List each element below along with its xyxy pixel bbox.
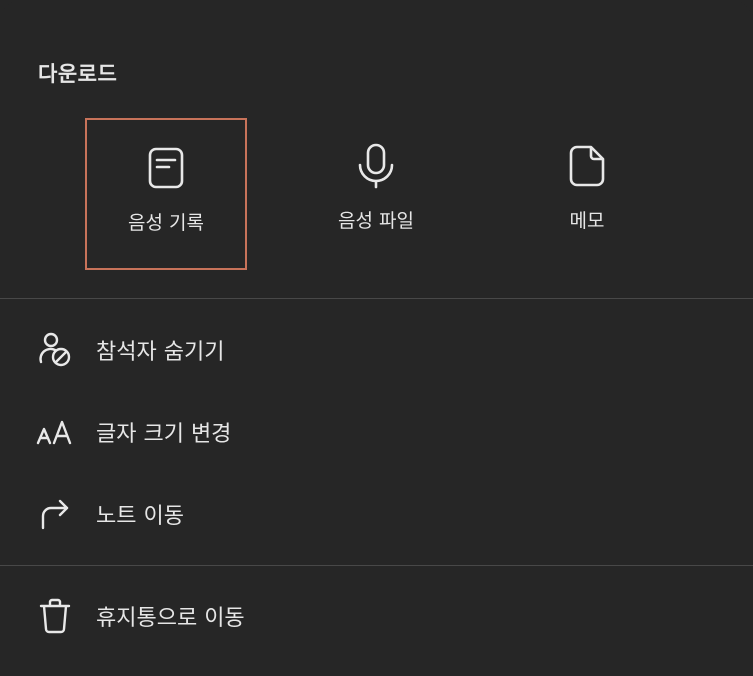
document-icon (565, 142, 609, 190)
divider (0, 565, 753, 566)
download-transcript-button[interactable]: 음성 기록 (85, 118, 247, 270)
move-note-label: 노트 이동 (96, 504, 184, 529)
move-note-item[interactable]: 노트 이동 (0, 484, 753, 544)
hide-participants-label: 참석자 숨기기 (96, 340, 225, 365)
microphone-icon (354, 142, 398, 190)
download-memo-label: 메모 (569, 210, 605, 232)
options-sheet: 다운로드 음성 기록 음성 파일 메모 참석자 숨기기 글자 크기 변경 노트 … (0, 0, 753, 676)
transcript-icon (144, 144, 188, 192)
font-size-icon (36, 413, 74, 451)
change-font-size-item[interactable]: 글자 크기 변경 (0, 402, 753, 462)
hide-participant-icon (36, 331, 74, 369)
download-audio-label: 음성 파일 (338, 210, 414, 232)
hide-participants-item[interactable]: 참석자 숨기기 (0, 320, 753, 380)
download-memo-button[interactable]: 메모 (506, 118, 668, 270)
move-to-trash-label: 휴지통으로 이동 (96, 606, 245, 631)
change-font-size-label: 글자 크기 변경 (96, 422, 232, 447)
download-transcript-label: 음성 기록 (128, 212, 204, 234)
download-options: 음성 기록 음성 파일 메모 (0, 118, 753, 270)
move-to-trash-item[interactable]: 휴지통으로 이동 (0, 586, 753, 646)
divider (0, 298, 753, 299)
download-audio-button[interactable]: 음성 파일 (295, 118, 457, 270)
trash-icon (36, 597, 74, 635)
move-arrow-icon (36, 495, 74, 533)
download-section-title: 다운로드 (38, 62, 118, 86)
